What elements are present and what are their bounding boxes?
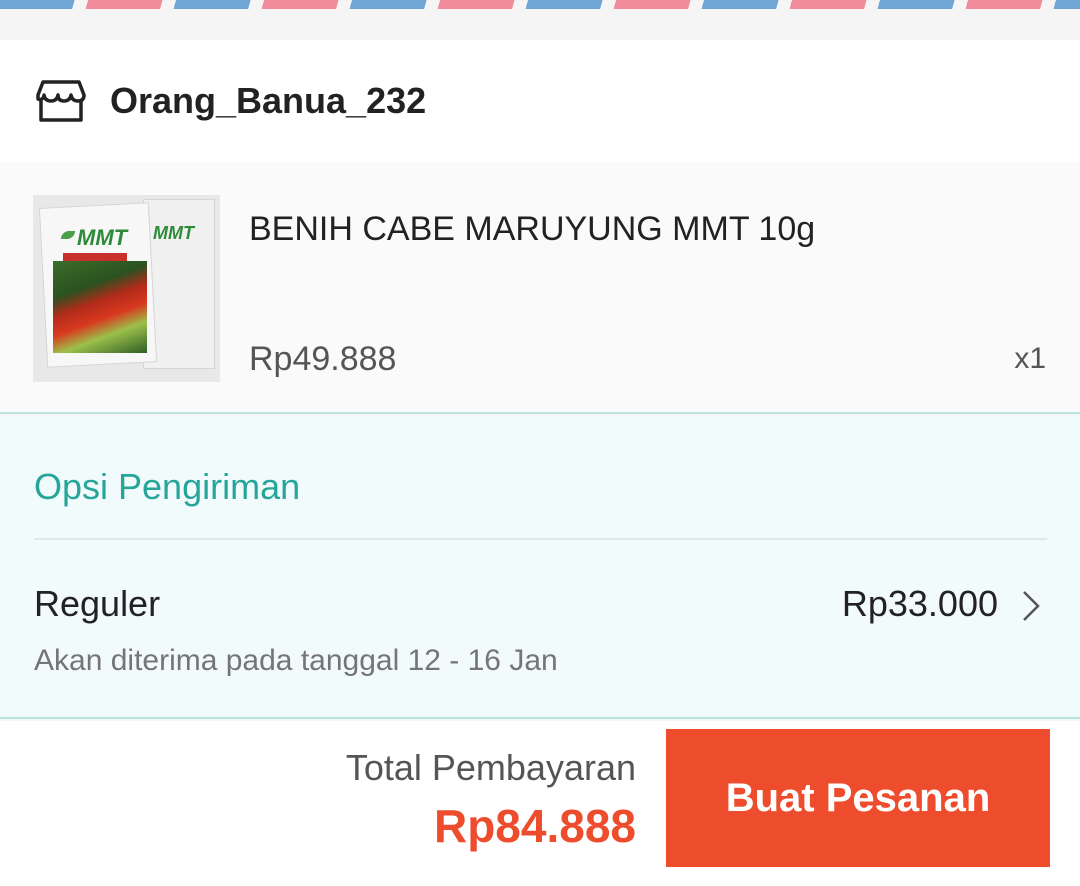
product-name: BENIH CABE MARUYUNG MMT 10g bbox=[249, 210, 816, 248]
checkout-footer: Total Pembayaran Rp84.888 Buat Pesanan bbox=[0, 721, 1080, 886]
thumbnail-label bbox=[63, 253, 127, 261]
thumbnail-brand: MMT bbox=[77, 225, 128, 250]
thumbnail-brand-secondary: MMT bbox=[153, 223, 194, 243]
chevron-right-icon[interactable] bbox=[1020, 588, 1042, 624]
place-order-button[interactable]: Buat Pesanan bbox=[666, 729, 1050, 867]
shop-header[interactable]: Orang_Banua_232 bbox=[0, 40, 1080, 162]
shipping-divider bbox=[34, 538, 1047, 540]
shop-name: Orang_Banua_232 bbox=[110, 80, 427, 121]
product-item[interactable]: MMT MMT BENIH CABE MARUYUNG MMT 10g Rp49… bbox=[0, 162, 1080, 414]
chili-photo bbox=[53, 261, 147, 353]
product-quantity: x1 bbox=[1014, 342, 1046, 375]
stripe-mask bbox=[0, 9, 1080, 20]
total-payment-label: Total Pembayaran bbox=[345, 747, 636, 788]
product-thumbnail: MMT MMT bbox=[33, 195, 220, 382]
total-payment-value: Rp84.888 bbox=[433, 800, 636, 852]
shipping-title: Opsi Pengiriman bbox=[34, 466, 301, 507]
store-icon bbox=[36, 80, 86, 122]
shipping-options[interactable]: Opsi Pengiriman Reguler Rp33.000 Akan di… bbox=[0, 416, 1080, 719]
shipping-method: Reguler bbox=[34, 583, 161, 624]
shipping-eta: Akan diterima pada tanggal 12 - 16 Jan bbox=[34, 644, 558, 677]
product-price: Rp49.888 bbox=[249, 340, 397, 378]
shipping-cost: Rp33.000 bbox=[841, 583, 998, 624]
